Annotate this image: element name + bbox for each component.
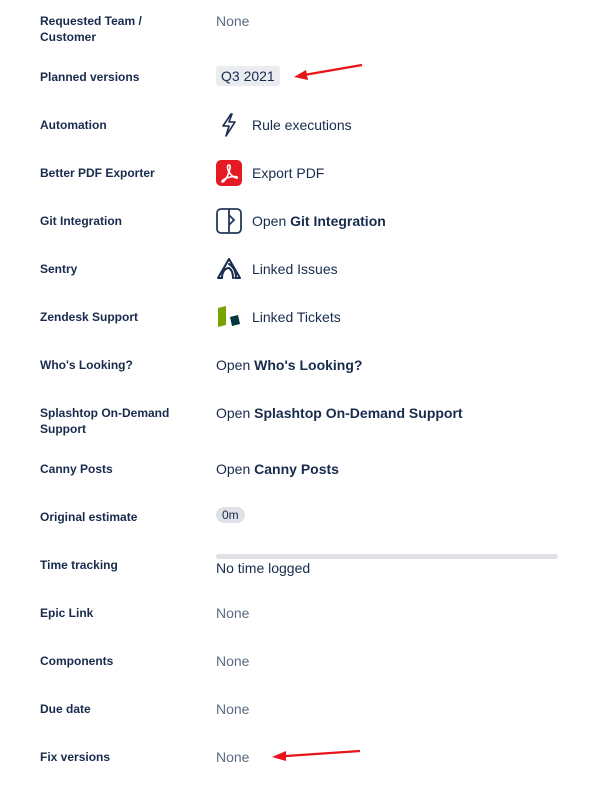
open-whos-looking-link[interactable]: Open Who's Looking?	[216, 355, 362, 375]
annotation-arrow-planned	[294, 63, 363, 80]
splashtop-name: Splashtop On-Demand Support	[254, 405, 463, 421]
open-git-integration-link[interactable]: Open Git Integration	[216, 208, 386, 234]
git-integration-name: Git Integration	[290, 213, 386, 229]
field-label: Planned versions	[40, 70, 140, 84]
automation-link[interactable]: Rule executions	[216, 112, 352, 138]
field-label: Splashtop On-Demand Support	[40, 406, 170, 436]
canny-name: Canny Posts	[254, 461, 339, 477]
git-integration-icon	[216, 208, 242, 234]
export-pdf-link[interactable]: Export PDF	[216, 160, 324, 186]
annotation-arrow-fix-versions	[272, 749, 361, 761]
field-label: Due date	[40, 702, 91, 716]
time-tracking-value[interactable]: No time logged	[216, 558, 310, 578]
zendesk-icon	[216, 304, 242, 330]
field-label: Original estimate	[40, 510, 138, 524]
export-pdf-label: Export PDF	[252, 165, 325, 181]
whos-looking-name: Who's Looking?	[254, 357, 363, 373]
epic-link-value[interactable]: None	[216, 603, 249, 623]
automation-label: Rule executions	[252, 117, 352, 133]
field-label: Requested Team / Customer	[40, 14, 142, 44]
field-label: Components	[40, 654, 114, 668]
zendesk-label: Linked Tickets	[252, 309, 341, 325]
field-label: Epic Link	[40, 606, 94, 620]
lightning-icon	[216, 112, 242, 138]
canny-prefix: Open	[216, 461, 255, 477]
original-estimate-pill[interactable]: 0m	[216, 507, 245, 523]
due-date-value[interactable]: None	[216, 699, 249, 719]
components-value[interactable]: None	[216, 651, 249, 671]
pdf-icon	[216, 160, 242, 186]
open-splashtop-link[interactable]: Open Splashtop On-Demand Support	[216, 403, 463, 423]
field-label: Zendesk Support	[40, 310, 139, 324]
sentry-label: Linked Issues	[252, 261, 338, 277]
splashtop-prefix: Open	[216, 405, 255, 421]
planned-version-lozenge[interactable]: Q3 2021	[216, 66, 280, 86]
zendesk-linked-tickets-link[interactable]: Linked Tickets	[216, 304, 341, 330]
field-label: Git Integration	[40, 214, 122, 228]
requested-team-value[interactable]: None	[216, 11, 249, 31]
fix-versions-value[interactable]: None	[216, 747, 249, 767]
whos-looking-prefix: Open	[216, 357, 255, 373]
field-label: Automation	[40, 118, 107, 132]
field-label: Better PDF Exporter	[40, 166, 155, 180]
git-open-prefix: Open	[252, 213, 291, 229]
field-label: Who's Looking?	[40, 358, 133, 372]
open-canny-posts-link[interactable]: Open Canny Posts	[216, 459, 339, 479]
sentry-linked-issues-link[interactable]: Linked Issues	[216, 256, 338, 282]
field-label: Sentry	[40, 262, 78, 276]
field-label: Fix versions	[40, 750, 111, 764]
sentry-icon	[216, 256, 242, 282]
field-label: Canny Posts	[40, 462, 113, 476]
field-label: Time tracking	[40, 558, 118, 572]
